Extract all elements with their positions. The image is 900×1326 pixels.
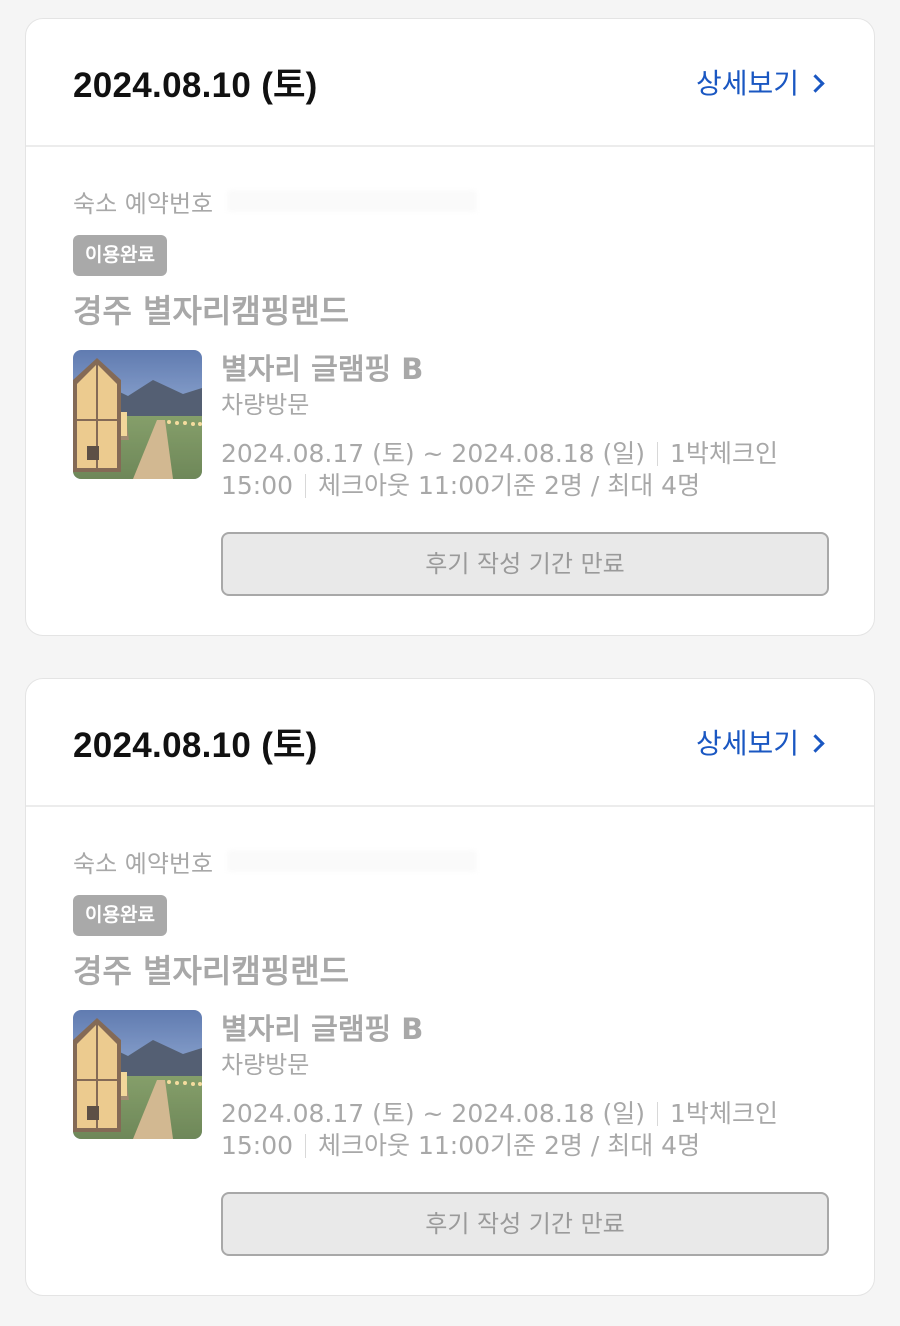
room-thumbnail xyxy=(73,1010,202,1139)
checkout-time: 체크아웃 11:00 xyxy=(318,1131,491,1160)
stay-period: 2024.08.17 (토) ~ 2024.08.18 (일) xyxy=(221,439,646,468)
visit-type: 차량방문 xyxy=(221,1051,310,1079)
reservation-date: 2024.08.10 (토) xyxy=(73,725,318,765)
room-thumbnail xyxy=(73,350,202,479)
detail-link[interactable]: 상세보기 xyxy=(695,722,825,762)
room-info: 별자리 글램핑 B 차량방문 2024.08.17 (토) ~ 2024.08.… xyxy=(221,350,781,502)
separator xyxy=(305,1134,307,1158)
reservation-number-label: 숙소 예약번호 xyxy=(73,849,214,878)
card-header: 2024.08.10 (토) 상세보기 xyxy=(26,19,874,147)
room-name: 별자리 글램핑 B xyxy=(221,1012,424,1046)
chevron-right-icon xyxy=(806,733,825,753)
reservation-number-label: 숙소 예약번호 xyxy=(73,189,214,218)
visit-type: 차량방문 xyxy=(221,391,310,419)
reservation-number-redacted xyxy=(227,850,478,872)
property-name: 경주 별자리캠핑랜드 xyxy=(73,292,350,330)
review-button[interactable]: 후기 작성 기간 만료 xyxy=(221,532,829,596)
room-row: 별자리 글램핑 B 차량방문 2024.08.17 (토) ~ 2024.08.… xyxy=(73,1010,827,1162)
reservation-number-row: 숙소 예약번호 xyxy=(73,183,827,219)
detail-link[interactable]: 상세보기 xyxy=(695,62,825,102)
capacity: 기준 2명 / 최대 4명 xyxy=(490,1131,701,1160)
card-header: 2024.08.10 (토) 상세보기 xyxy=(26,679,874,807)
room-info: 별자리 글램핑 B 차량방문 2024.08.17 (토) ~ 2024.08.… xyxy=(221,1010,781,1162)
separator xyxy=(657,1102,659,1126)
chevron-right-icon xyxy=(806,73,825,93)
status-badge: 이용완료 xyxy=(73,895,167,936)
reservation-card: 2024.08.10 (토) 상세보기 숙소 예약번호 이용완료 경주 별자리캠… xyxy=(25,678,875,1296)
reservation-number-row: 숙소 예약번호 xyxy=(73,843,827,879)
checkout-time: 체크아웃 11:00 xyxy=(318,471,491,500)
separator xyxy=(657,442,659,466)
reservation-number-redacted xyxy=(227,190,478,212)
stay-info: 2024.08.17 (토) ~ 2024.08.18 (일) 1박체크인 15:… xyxy=(221,438,781,502)
room-name: 별자리 글램핑 B xyxy=(221,352,424,386)
card-body: 숙소 예약번호 이용완료 경주 별자리캠핑랜드 별자리 글램핑 B 차량방문 2… xyxy=(26,147,874,596)
reservation-list: 2024.08.10 (토) 상세보기 숙소 예약번호 이용완료 경주 별자리캠… xyxy=(0,0,900,1326)
room-row: 별자리 글램핑 B 차량방문 2024.08.17 (토) ~ 2024.08.… xyxy=(73,350,827,502)
stay-nights: 1박 xyxy=(670,439,709,468)
stay-nights: 1박 xyxy=(670,1099,709,1128)
reservation-date: 2024.08.10 (토) xyxy=(73,65,318,105)
card-body: 숙소 예약번호 이용완료 경주 별자리캠핑랜드 별자리 글램핑 B 차량방문 2… xyxy=(26,807,874,1256)
stay-info: 2024.08.17 (토) ~ 2024.08.18 (일) 1박체크인 15:… xyxy=(221,1098,781,1162)
separator xyxy=(305,474,307,498)
review-button[interactable]: 후기 작성 기간 만료 xyxy=(221,1192,829,1256)
stay-period: 2024.08.17 (토) ~ 2024.08.18 (일) xyxy=(221,1099,646,1128)
property-name: 경주 별자리캠핑랜드 xyxy=(73,952,350,990)
reservation-card: 2024.08.10 (토) 상세보기 숙소 예약번호 이용완료 경주 별자리캠… xyxy=(25,18,875,636)
capacity: 기준 2명 / 최대 4명 xyxy=(490,471,701,500)
detail-link-label: 상세보기 xyxy=(695,727,799,760)
status-badge: 이용완료 xyxy=(73,235,167,276)
detail-link-label: 상세보기 xyxy=(695,67,799,100)
